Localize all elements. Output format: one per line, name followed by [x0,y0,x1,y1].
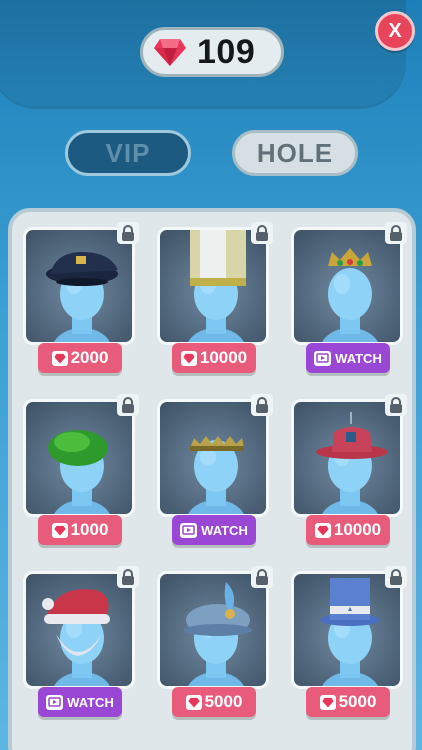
shop-item-card[interactable]: WATCH [282,222,407,373]
lock-icon [117,222,139,244]
lock-icon [385,394,407,416]
price-label: 10000 [333,520,382,539]
ruby-icon [51,522,68,538]
price-label: WATCH [67,694,114,710]
buy-gem-button[interactable]: 1000 [38,515,122,545]
lock-icon [117,394,139,416]
tab-hole-label: HOLE [256,137,334,168]
buy-gem-button[interactable]: 10000 [306,515,390,545]
lock-icon [117,566,139,588]
lock-icon [251,394,273,416]
video-icon [314,350,332,366]
ruby-icon [154,39,186,66]
price-label: WATCH [335,350,382,366]
shop-item-card[interactable]: WATCH [14,566,139,717]
watch-ad-button[interactable]: WATCH [306,343,390,373]
crown-preview [291,227,403,345]
price-label: 5000 [338,692,377,711]
shop-item-card[interactable]: 5000 [148,566,273,717]
close-button[interactable]: X [375,11,415,51]
blue-top-hat-preview [291,571,403,689]
buy-gem-button[interactable]: 2000 [38,343,122,373]
lock-icon [251,222,273,244]
ruby-icon [180,350,197,366]
lock-icon [385,222,407,244]
tab-hole[interactable]: HOLE [232,130,358,176]
police-cap-preview [23,227,135,345]
gem-count: 109 [197,32,256,71]
buy-gem-button[interactable]: 10000 [172,343,256,373]
gold-tiara-preview [157,399,269,517]
close-icon: X [388,19,402,42]
shop-item-card[interactable]: 10000 [282,394,407,545]
tall-hat-preview [157,227,269,345]
ruby-icon [51,350,68,366]
shop-item-card[interactable]: 1000 [14,394,139,545]
shop-item-card[interactable]: 10000 [148,222,273,373]
tab-vip[interactable]: VIP [65,130,191,176]
shop-item-card[interactable]: 5000 [282,566,407,717]
price-label: WATCH [201,522,248,538]
ruby-icon [319,694,336,710]
genie-turban-preview [157,571,269,689]
buy-gem-button[interactable]: 5000 [172,687,256,717]
watch-ad-button[interactable]: WATCH [38,687,122,717]
lock-icon [385,566,407,588]
red-fire-hat-preview [291,399,403,517]
gem-counter: 109 [140,27,284,77]
video-icon [180,522,198,538]
shop-item-card[interactable]: 2000 [14,222,139,373]
price-label: 5000 [204,692,243,711]
buy-gem-button[interactable]: 5000 [306,687,390,717]
item-grid: 2000 10000 WATCH 1000 WATCH 10000 WATCH 5000 500… [14,222,408,717]
ruby-icon [185,694,202,710]
ruby-icon [314,522,331,538]
santa-hat-preview [23,571,135,689]
tab-vip-label: VIP [105,137,151,168]
shop-item-card[interactable]: WATCH [148,394,273,545]
green-beret-preview [23,399,135,517]
price-label: 1000 [70,520,109,539]
price-label: 2000 [70,348,109,367]
watch-ad-button[interactable]: WATCH [172,515,256,545]
lock-icon [251,566,273,588]
price-label: 10000 [199,348,248,367]
video-icon [46,694,64,710]
